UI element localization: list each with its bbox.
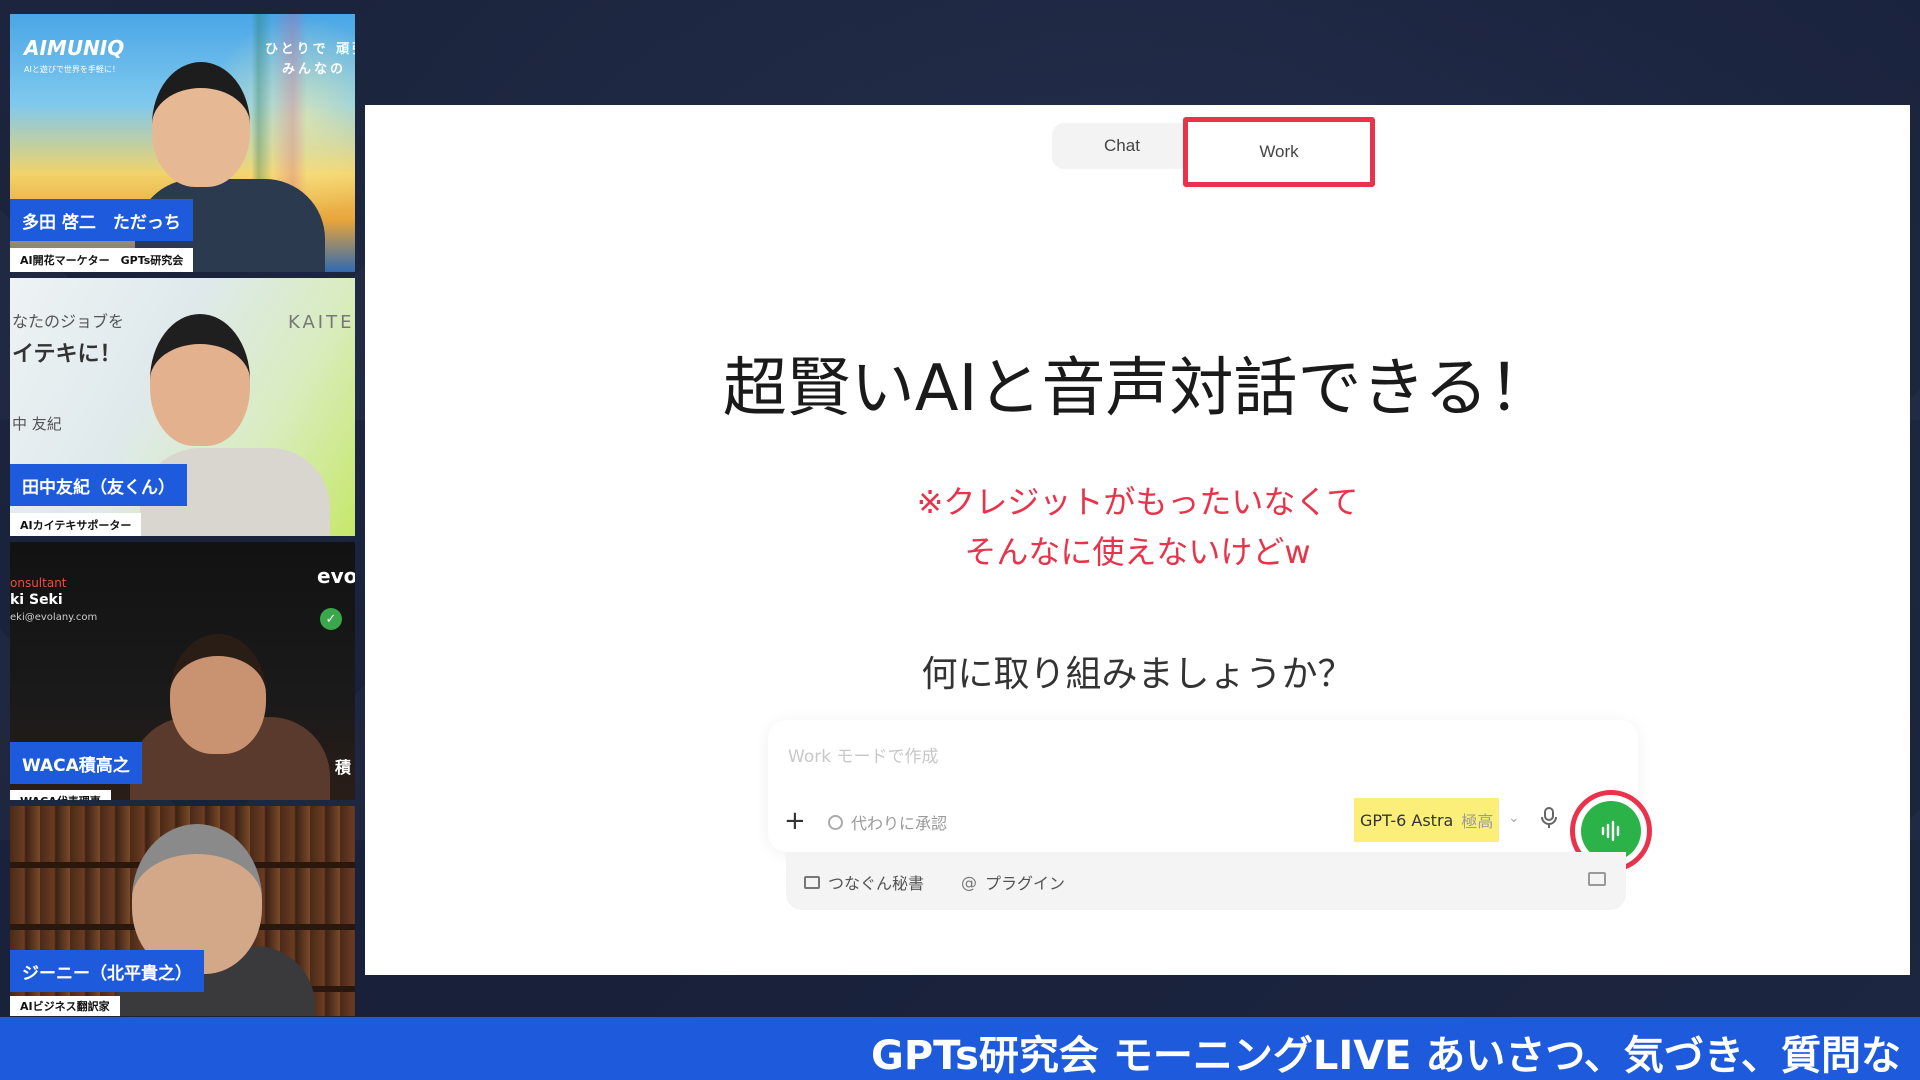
participant-name: ジーニー（北平貴之） — [10, 950, 204, 992]
add-attachment-button[interactable]: + — [784, 808, 806, 834]
participant-face — [170, 634, 266, 754]
tab-chat[interactable]: Chat — [1052, 123, 1192, 169]
auto-approve-label: 代わりに承認 — [851, 814, 948, 833]
model-level: 極高 — [1461, 812, 1494, 831]
tool-plugins[interactable]: @ プラグイン — [961, 870, 1065, 894]
shield-icon — [828, 814, 843, 830]
model-selector[interactable]: GPT-6 Astra 極高 — [1354, 798, 1500, 842]
participant-name: WACA積高之 — [10, 742, 142, 784]
slide-note-line-2: そんなに使えないけどw — [964, 533, 1311, 571]
composer-toolbar: つなぐん秘書 @ プラグイン — [786, 852, 1626, 910]
backdrop-text: イテキに！ — [12, 342, 122, 367]
prompt-question: 何に取り組みましょうか？ — [921, 654, 1354, 695]
participant-tile-4: ジーニー（北平貴之） AIビジネス翻訳家 — [10, 806, 355, 1016]
backdrop-text: onsultant — [10, 576, 67, 590]
backdrop-text: KAITE — [288, 312, 355, 333]
composer: Work モードで作成 + 代わりに承認 GPT-6 Astra 極高 ⌄ つな… — [768, 720, 1652, 960]
model-name: GPT-6 Astra — [1360, 810, 1454, 830]
backdrop-text: eki@evolany.com — [10, 612, 98, 623]
participant-name: 田中友紀（友くん） — [10, 464, 187, 506]
backdrop-logo: AIMUNIQ — [24, 36, 125, 60]
backdrop-text: ひとりで 頑張 — [265, 42, 355, 57]
mode-tabs: Chat Work — [1052, 117, 1382, 187]
participant-face — [152, 62, 250, 187]
backdrop-text: ki Seki — [10, 592, 63, 608]
backdrop-text: みんなの — [282, 62, 347, 77]
participant-tile-1: AIMUNIQ AIと遊びで世界を手軽に！ ひとりで 頑張 みんなの 多田 啓二… — [10, 14, 355, 272]
panel-icon[interactable] — [1588, 872, 1606, 886]
participant-tile-2: なたのジョブを イテキに！ KAITE 中 友紀 田中友紀（友くん） AIカイテ… — [10, 278, 355, 536]
at-sign-icon: @ — [961, 872, 977, 892]
backdrop-logo: evo — [317, 564, 355, 588]
participant-role: WACA代表理事 — [10, 790, 111, 800]
composer-input[interactable]: Work モードで作成 — [788, 742, 938, 767]
check-icon: ✓ — [320, 608, 342, 630]
backdrop-text: なたのジョブを — [12, 312, 125, 331]
chevron-down-icon[interactable]: ⌄ — [1508, 810, 1520, 826]
participant-face — [150, 314, 250, 446]
ticker-text: GPTs研究会 モーニングLIVE あいさつ、気づき、質問な — [871, 1033, 1902, 1079]
slide-headline: 超賢いAIと音声対話できる！ — [722, 352, 1553, 426]
participant-role: AIカイテキサポーター — [10, 513, 142, 536]
shared-screen: Chat Work 超賢いAIと音声対話できる！ ※クレジットがもったいなくて … — [365, 105, 1910, 975]
slide-note-line-1: ※クレジットがもったいなくて — [916, 483, 1359, 521]
folder-icon — [804, 875, 820, 889]
tool-secretary-label: つなぐん秘書 — [828, 874, 925, 893]
waveform-icon — [1601, 820, 1620, 842]
auto-approve-toggle[interactable]: 代わりに承認 — [828, 810, 947, 834]
tab-work[interactable]: Work — [1183, 117, 1375, 187]
participant-role: AIビジネス翻訳家 — [10, 996, 120, 1016]
ticker-bar: GPTs研究会 モーニングLIVE あいさつ、気づき、質問な — [0, 1017, 1920, 1080]
participant-role: AI開花マーケター GPTs研究会 — [10, 248, 194, 272]
participant-tile-3: onsultant ki Seki eki@evolany.com evo ✓ … — [10, 542, 355, 800]
backdrop-text: 積 — [335, 758, 352, 777]
tool-secretary[interactable]: つなぐん秘書 — [804, 870, 924, 894]
backdrop-text: 中 友紀 — [12, 415, 62, 433]
tool-plugins-label: プラグイン — [985, 874, 1066, 893]
backdrop-tagline: AIと遊びで世界を手軽に！ — [24, 65, 120, 74]
participant-name: 多田 啓二 ただっち — [10, 199, 193, 241]
microphone-icon[interactable] — [1541, 807, 1557, 833]
